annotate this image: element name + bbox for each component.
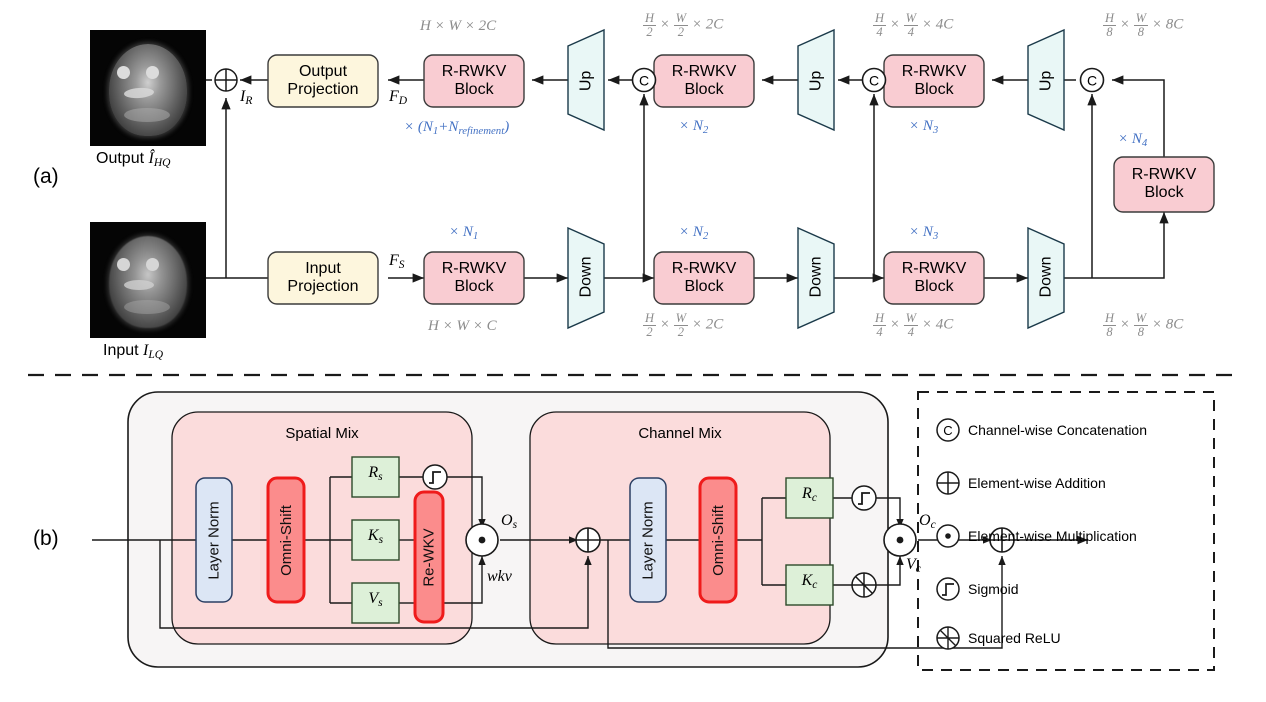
global-add-node	[214, 68, 238, 92]
legend-circle-sigmoid-icon	[936, 577, 960, 601]
channel-layer-norm: Layer Norm	[639, 500, 657, 580]
dim-encoder-level2: H2 × W2 × 2C	[643, 311, 724, 339]
output-mri-image	[90, 30, 206, 146]
gate-v-spatial: Vs	[368, 590, 383, 610]
channel-mix-title: Channel Mix	[638, 425, 722, 442]
encoder-mult-level3: × N3	[909, 224, 939, 243]
concat-node-3: C	[1079, 67, 1105, 93]
concat-node-1: C	[631, 67, 657, 93]
legend-circle-squared-relu-icon	[936, 626, 960, 650]
svg-text:C: C	[943, 423, 952, 438]
multiply-node-channel	[883, 523, 917, 557]
encoder-mult-level2: × N2	[679, 224, 709, 243]
dim-decoder-level3: H4 × W4 × 4C	[873, 11, 954, 39]
decoder-mult-level2: × N2	[679, 118, 709, 137]
sigmoid-node-spatial	[422, 464, 448, 490]
encoder-mult-level1: × N1	[449, 224, 479, 243]
legend-item-addition: Element-wise Addition	[968, 475, 1106, 491]
dim-encoder-level3: H4 × W4 × 4C	[873, 311, 954, 339]
channel-output-label: Oc	[919, 512, 936, 532]
residual-feature-label: IR	[240, 88, 253, 108]
gate-k-channel: Kc	[801, 572, 818, 592]
spatial-layer-norm: Layer Norm	[205, 500, 223, 580]
channel-mix-region	[529, 411, 831, 645]
panel-label-a: (a)	[33, 165, 59, 188]
gate-k-spatial: Ks	[367, 527, 384, 547]
legend-item-squared-relu: Squared ReLU	[968, 630, 1061, 646]
downsample-label-3: Down	[1037, 256, 1055, 298]
legend-circle-dot-icon	[936, 524, 960, 548]
gate-r-channel: Rc	[802, 485, 817, 505]
multiply-node-spatial	[465, 523, 499, 557]
svg-text:C: C	[869, 73, 879, 89]
sigmoid-node-channel	[851, 485, 877, 511]
decoder-feature-label: FD	[389, 88, 408, 108]
dim-decoder-level1: H × W × 2C	[420, 18, 497, 34]
re-wkv-block: Re-WKV	[420, 527, 438, 587]
shallow-feature-label: FS	[389, 252, 405, 272]
encoder-block-level1: R-RWKV Block	[441, 260, 507, 295]
legend-circle-c-icon: C	[936, 418, 960, 442]
add-node-spatial	[575, 527, 601, 553]
encoder-block-level3: R-RWKV Block	[901, 260, 967, 295]
output-image-caption: Output ÎHQ	[96, 150, 171, 170]
wkv-label: wkv	[487, 568, 512, 585]
gate-r-spatial: Rs	[368, 464, 383, 484]
latent-block-level4: R-RWKV Block	[1131, 166, 1197, 201]
channel-omni-shift: Omni-Shift	[709, 504, 727, 576]
concat-node-2: C	[861, 67, 887, 93]
squared-relu-node-channel	[851, 572, 877, 598]
downsample-label-2: Down	[807, 256, 825, 298]
input-projection-label: Input Projection	[287, 260, 359, 295]
input-mri-image	[90, 222, 206, 338]
spatial-output-label: Os	[501, 512, 518, 532]
encoder-block-level2: R-RWKV Block	[671, 260, 737, 295]
input-image-caption: Input ILQ	[103, 342, 164, 362]
dim-decoder-level2: H2 × W2 × 2C	[643, 11, 724, 39]
decoder-block-level2: R-RWKV Block	[671, 63, 737, 98]
decoder-block-level3: R-RWKV Block	[901, 63, 967, 98]
dim-encoder-level1: H × W × C	[428, 318, 497, 334]
dim-latent-bottom: H8 × W8 × 8C	[1103, 311, 1184, 339]
upsample-label-1: Up	[577, 70, 595, 92]
upsample-label-2: Up	[807, 70, 825, 92]
decoder-block-level1: R-RWKV Block	[441, 63, 507, 98]
svg-text:C: C	[639, 73, 649, 89]
svg-text:C: C	[1087, 73, 1097, 89]
output-projection-label: Output Projection	[287, 63, 359, 98]
figure-root: C C C C Output ÎHQ Input ILQ (a) (b) Out…	[0, 0, 1266, 702]
legend-circle-plus-icon	[936, 471, 960, 495]
channel-value-label: Vc	[906, 556, 921, 576]
legend-item-concat: Channel-wise Concatenation	[968, 422, 1147, 438]
upsample-label-3: Up	[1037, 70, 1055, 92]
decoder-mult-level3: × N3	[909, 118, 939, 137]
panel-label-b: (b)	[33, 527, 59, 550]
dim-latent-top: H8 × W8 × 8C	[1103, 11, 1184, 39]
spatial-omni-shift: Omni-Shift	[277, 504, 295, 576]
latent-mult-level4: × N4	[1118, 131, 1148, 150]
legend-item-multiplication: Element-wise Multiplication	[968, 528, 1137, 544]
legend-item-sigmoid: Sigmoid	[968, 581, 1019, 597]
decoder-mult-level1: × (N1+Nrefinement)	[404, 119, 510, 138]
downsample-label-1: Down	[577, 256, 595, 298]
spatial-mix-title: Spatial Mix	[285, 425, 359, 442]
